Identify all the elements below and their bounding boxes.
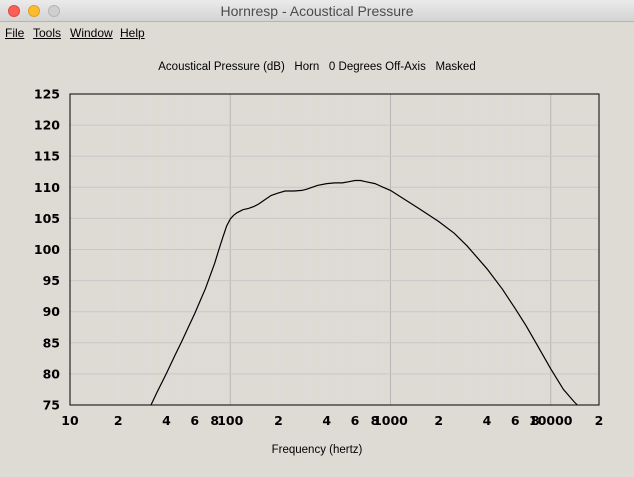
x-tick-label: 1000 [373,413,408,428]
x-tick-label: 4 [322,413,331,428]
x-tick-label: 10000 [529,413,573,428]
x-axis-label: Frequency (hertz) [271,444,363,456]
x-tick-label: 6 [351,413,360,428]
y-tick-label: 80 [43,366,61,381]
y-tick-label: 95 [43,273,60,288]
y-tick-label: 115 [34,149,60,164]
x-tick-label: 4 [162,413,171,428]
x-tick-label: 10 [61,413,79,428]
chart: 7580859095100105110115120125 10 2 4 6 8100 2 4… [34,87,604,429]
x-tick-label: 2 [114,413,123,428]
x-tick-label: 2 [595,413,604,428]
x-tick-label: 6 [190,413,199,428]
y-tick-label: 125 [34,87,60,102]
y-tick-label: 105 [34,211,60,226]
x-tick-label: 4 [483,413,492,428]
y-tick-label: 85 [43,335,60,350]
y-tick-label: 75 [43,398,60,413]
y-tick-label: 110 [34,180,60,195]
x-tick-label: 6 [511,413,520,428]
x-tick-label: 2 [274,413,283,428]
y-tick-label: 90 [43,304,61,319]
x-tick-label: 2 [434,413,443,428]
x-tick-label: 100 [217,413,243,428]
y-tick-label: 120 [34,118,60,133]
y-tick-label: 100 [34,242,60,257]
